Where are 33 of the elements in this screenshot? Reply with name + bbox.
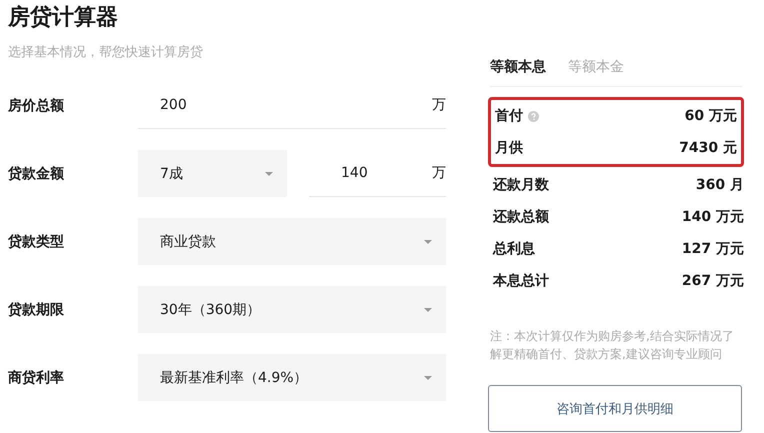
result-label: 月供 [495,139,523,157]
page-subtitle: 选择基本情况，帮您快速计算房贷 [8,44,204,62]
field-label: 房价总额 [8,96,65,114]
result-value: 140 万元 [682,208,744,226]
result-value: 360 月 [696,176,744,194]
note-text: 注：本次计算仅作为购房参考,结合实际情况了解更精确首付、贷款方案,建议咨询专业顾问 [489,328,735,363]
field-label: 商贷利率 [8,368,65,386]
input-field[interactable]: 140 万 [309,150,446,197]
result-label: 首付 [495,107,523,125]
result-label: 本息总计 [493,272,549,290]
result-label: 总利息 [493,240,535,258]
select-field[interactable]: 最新基准利率（4.9%） [138,354,446,401]
select-field[interactable]: 7成 [138,150,287,197]
caret-icon [424,240,432,244]
help-icon[interactable] [528,110,539,122]
page-title: 房贷计算器 [8,4,119,32]
tab[interactable]: 等额本息 [490,58,546,76]
result-value: 60 万元 [684,107,737,125]
select-field[interactable]: 30年（360期） [138,286,446,333]
select-field[interactable]: 商业贷款 [138,218,446,265]
caret-icon [424,308,432,312]
result-value: 127 万元 [682,240,744,258]
result-value: 267 万元 [682,272,744,290]
caret-icon [424,376,432,380]
caret-icon [265,172,273,176]
consult-button[interactable]: 咨询首付和月供明细 [488,385,742,432]
field-label: 贷款期限 [8,300,65,318]
result-label: 还款总额 [493,208,549,226]
input-field[interactable]: 200 万 [138,82,446,129]
result-label: 还款月数 [493,176,549,194]
field-label: 贷款类型 [8,232,65,250]
field-label: 贷款金额 [8,164,65,182]
result-value: 7430 元 [679,139,737,157]
